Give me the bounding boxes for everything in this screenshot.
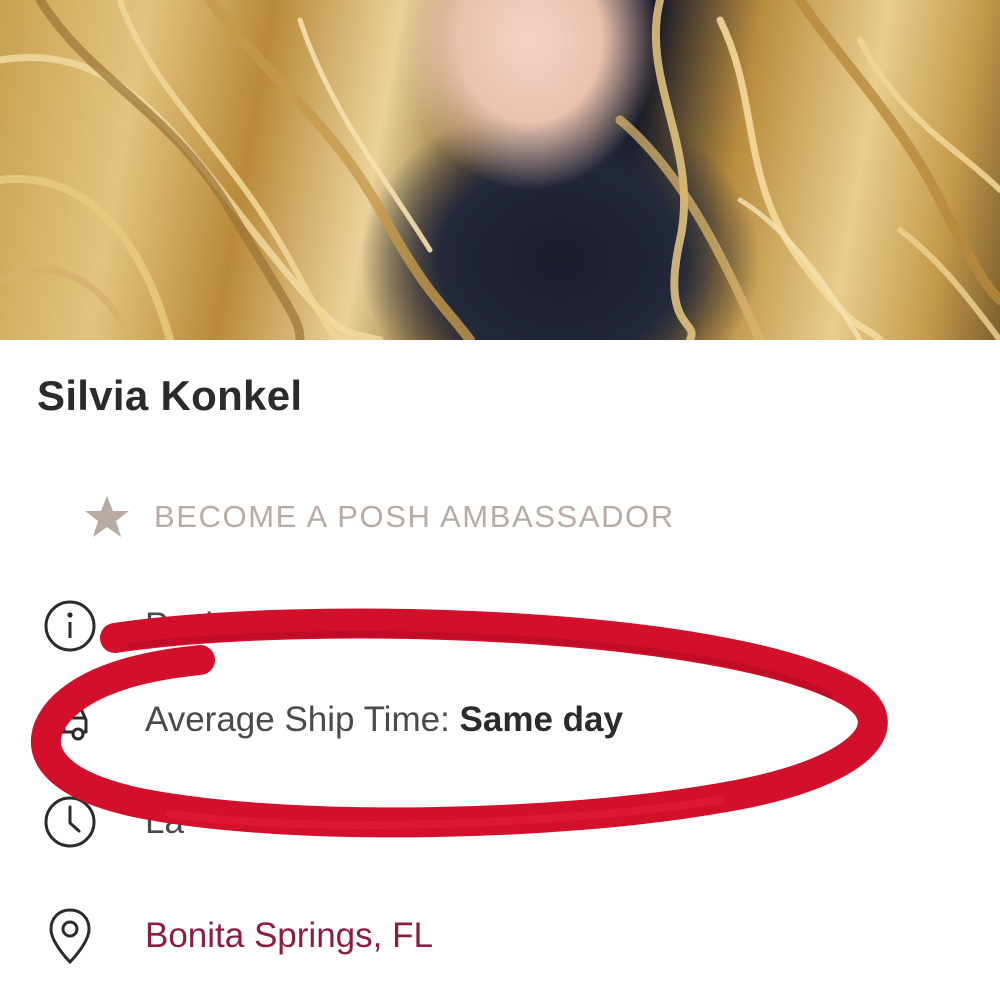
location-pin-icon (40, 906, 100, 966)
cover-photo (0, 0, 1000, 340)
ship-time-text: Average Ship Time: Same day (145, 700, 623, 740)
posher-since-text: Posher since Jan 2013 (145, 606, 502, 645)
profile-page: Silvia Konkel BECOME A POSH AMBASSADOR P… (0, 0, 1000, 1000)
info-circle-icon (40, 596, 100, 656)
ship-time-label: Average Ship Time: (145, 700, 460, 739)
ambassador-label: BECOME A POSH AMBASSADOR (154, 499, 675, 534)
hair-strands (0, 0, 1000, 340)
posher-since-row: Posher since Jan 2013 (40, 596, 501, 656)
location-link[interactable]: Bonita Springs, FL (145, 916, 433, 956)
star-icon (85, 496, 129, 537)
ship-time-value: Same day (459, 700, 623, 739)
delivery-truck-icon (40, 690, 100, 750)
ship-time-row: Average Ship Time: Same day (40, 690, 623, 750)
last-active-row: La (40, 792, 184, 852)
become-ambassador-link[interactable]: BECOME A POSH AMBASSADOR (84, 494, 675, 540)
last-active-text: La (145, 802, 184, 841)
profile-name: Silvia Konkel (37, 372, 303, 419)
clock-icon (40, 792, 100, 852)
location-row[interactable]: Bonita Springs, FL (40, 906, 433, 966)
